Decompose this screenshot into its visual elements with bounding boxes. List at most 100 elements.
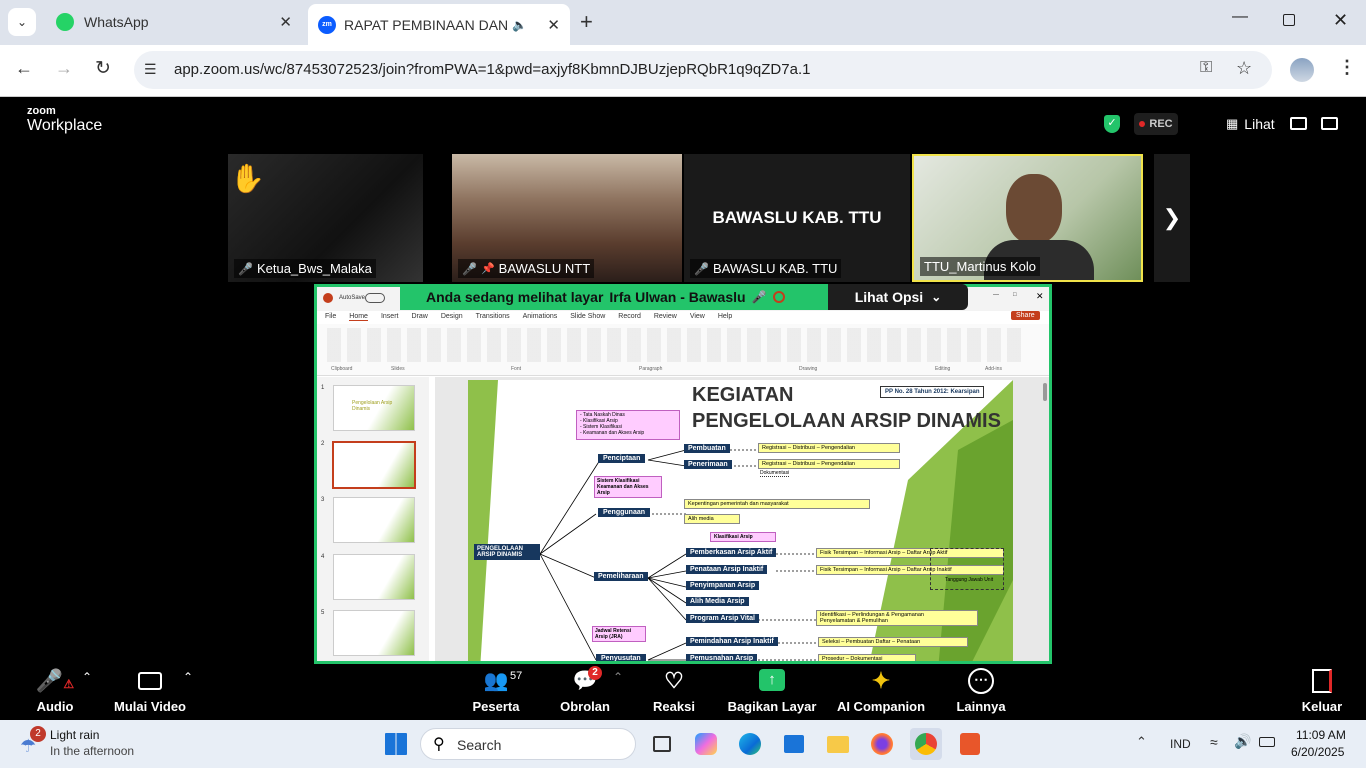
menu-file[interactable]: File (325, 313, 336, 321)
ai-companion-button[interactable]: ✦ AI Companion (826, 664, 936, 720)
store-icon[interactable] (778, 728, 810, 760)
recording-indicator[interactable]: REC (1134, 113, 1178, 135)
menu-design[interactable]: Design (441, 313, 463, 321)
more-button[interactable]: ⋯ Lainnya (926, 664, 1036, 720)
reload-icon[interactable]: ↻ (95, 57, 111, 80)
video-tile-active-speaker[interactable]: TTU_Martinus Kolo (912, 154, 1143, 282)
menu-insert[interactable]: Insert (381, 313, 399, 321)
file-explorer-icon[interactable] (822, 728, 854, 760)
menu-review[interactable]: Review (654, 313, 677, 321)
leave-button[interactable]: Keluar (1267, 664, 1366, 720)
new-tab-button[interactable]: + (580, 9, 593, 35)
participant-display-name: BAWASLU KAB. TTU (712, 208, 882, 227)
node-penataan: Penataan Arsip Inaktif (686, 565, 768, 574)
minimize-icon[interactable]: — (993, 292, 999, 298)
volume-icon[interactable]: 🔊 (1234, 733, 1251, 750)
menu-transitions[interactable]: Transitions (476, 313, 510, 321)
pip-icon[interactable] (1290, 117, 1307, 130)
shared-screen[interactable]: AutoSave — □ ✕ File Home Insert Draw Des… (314, 284, 1052, 664)
video-tile[interactable]: BAWASLU KAB. TTU 🎤 BAWASLU KAB. TTU (684, 154, 910, 282)
ribbon-controls[interactable] (327, 328, 1027, 362)
share-button[interactable]: Share (1011, 311, 1040, 320)
node-pembuatan: Pembuatan (684, 444, 730, 453)
chat-label: Obrolan (560, 699, 610, 714)
vertical-scrollbar[interactable] (1043, 383, 1047, 401)
group-clipboard: Clipboard (331, 366, 353, 372)
ppt-menu: File Home Insert Draw Design Transitions… (325, 313, 732, 321)
fullscreen-icon[interactable] (1321, 117, 1338, 130)
menu-draw[interactable]: Draw (411, 313, 427, 321)
close-icon[interactable]: ✕ (1036, 291, 1044, 302)
video-tile[interactable]: 🎤 📌 BAWASLU NTT (452, 154, 682, 282)
leave-label: Keluar (1301, 699, 1343, 714)
key-icon[interactable]: ⚿ (1200, 59, 1212, 77)
yellow-note: Identifikasi – Perlindungan & Pengamanan… (816, 610, 978, 626)
sparkle-icon: ✦ (871, 668, 891, 693)
close-tab-icon[interactable]: ✕ (547, 16, 560, 34)
autosave-toggle[interactable] (365, 293, 385, 303)
next-page-button[interactable]: ❯ (1154, 154, 1190, 282)
star-icon[interactable]: ☆ (1236, 58, 1252, 79)
menu-home[interactable]: Home (349, 313, 368, 321)
tab-whatsapp[interactable]: WhatsApp ✕ (46, 6, 302, 38)
menu-help[interactable]: Help (718, 313, 732, 321)
profile-avatar[interactable] (1290, 58, 1314, 82)
search-icon: ⚲ (433, 736, 445, 753)
edge-icon[interactable] (734, 728, 766, 760)
chrome-icon[interactable] (910, 728, 942, 760)
menu-slideshow[interactable]: Slide Show (570, 313, 605, 321)
view-button[interactable]: ▦ Lihat (1226, 116, 1275, 132)
wifi-icon[interactable]: ≈ (1210, 734, 1218, 750)
video-tile[interactable]: ✋ 🎤 Ketua_Bws_Malaka (228, 154, 423, 282)
audio-button[interactable]: 🎤⚠ Audio (0, 664, 110, 720)
audio-options-caret[interactable]: ⌃ (82, 670, 92, 684)
group-slides: Slides (391, 366, 405, 372)
slide-thumb[interactable]: Pengelolaan Arsip Dinamis (333, 385, 415, 431)
forward-icon[interactable]: → (55, 58, 73, 79)
url-text[interactable]: app.zoom.us/wc/87453072523/join?fromPWA=… (174, 61, 810, 78)
slide-thumb-selected[interactable] (332, 441, 416, 489)
slide-thumb[interactable] (333, 610, 415, 656)
copilot-icon[interactable] (690, 728, 722, 760)
tab-zoom-meeting[interactable]: zm RAPAT PEMBINAAN DAN PE 🔈 ✕ (308, 4, 570, 45)
security-shield-icon[interactable]: ✓ (1104, 115, 1120, 133)
site-settings-icon[interactable]: ☰ (144, 61, 157, 78)
back-icon[interactable]: ← (15, 58, 33, 79)
taskbar-search[interactable]: ⚲ Search (420, 728, 636, 760)
slide-thumb[interactable] (333, 554, 415, 600)
menu-record[interactable]: Record (618, 313, 641, 321)
menu-animations[interactable]: Animations (523, 313, 558, 321)
pdf-app-icon[interactable] (954, 728, 986, 760)
slide-thumb[interactable] (333, 497, 415, 543)
battery-icon[interactable] (1259, 737, 1275, 747)
browser-toolbar: ← → ↻ ☰ app.zoom.us/wc/87453072523/join?… (0, 45, 1366, 97)
participant-name: BAWASLU NTT (498, 261, 591, 276)
share-screen-button[interactable]: ↑ Bagikan Layar (712, 664, 832, 720)
share-screen-icon: ↑ (759, 669, 785, 691)
task-view-icon[interactable] (646, 728, 678, 760)
group-editing: Editing (935, 366, 951, 372)
menu-view[interactable]: View (690, 313, 705, 321)
restore-icon[interactable]: □ (1013, 292, 1017, 298)
node-pemeliharaan: Pemeliharaan (594, 572, 648, 581)
weather-widget[interactable]: ☂ 2 Light rain In the afternoon (16, 726, 186, 762)
speaker-icon[interactable]: 🔈 (512, 18, 527, 32)
video-options-caret[interactable]: ⌃ (183, 670, 193, 684)
speaker-face (1006, 174, 1062, 244)
address-bar[interactable]: ☰ app.zoom.us/wc/87453072523/join?fromPW… (134, 51, 1272, 89)
tab-list-button[interactable]: ⌄ (8, 8, 36, 36)
close-tab-icon[interactable]: ✕ (279, 13, 292, 31)
clock-time[interactable]: 11:09 AM (1296, 728, 1346, 742)
close-window-button[interactable]: ✕ (1333, 10, 1348, 31)
slide[interactable]: KEGIATAN PENGELOLAAN ARSIP DINAMIS PP No… (468, 380, 1013, 661)
view-options-button[interactable]: Lihat Opsi ⌄ (828, 284, 968, 310)
start-button[interactable] (380, 728, 412, 760)
clock-date[interactable]: 6/20/2025 (1291, 745, 1344, 759)
tray-overflow-icon[interactable]: ⌃ (1136, 734, 1147, 750)
firefox-icon[interactable] (866, 728, 898, 760)
restore-button[interactable] (1283, 14, 1295, 26)
input-language[interactable]: IND (1170, 737, 1191, 751)
minimize-button[interactable]: — (1232, 8, 1248, 26)
weather-title: Light rain (50, 728, 100, 742)
more-menu-icon[interactable]: ⋮ (1338, 57, 1356, 78)
